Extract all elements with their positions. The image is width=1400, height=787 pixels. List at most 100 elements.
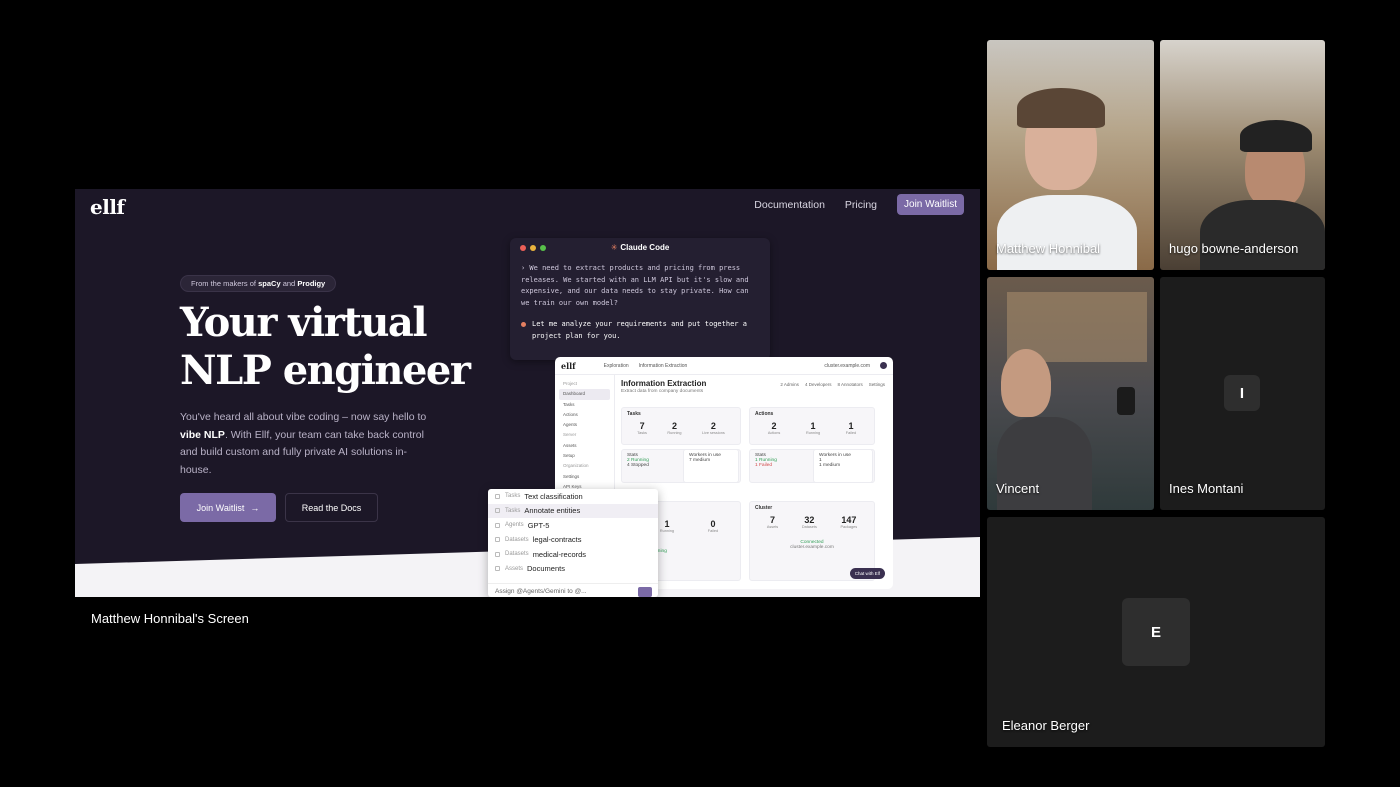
participant-shirt <box>1200 200 1325 270</box>
nav-join-waitlist-button[interactable]: Join Waitlist <box>897 194 964 215</box>
side-actions: Actions <box>563 411 578 417</box>
pill-prodigy: Prodigy <box>297 279 326 288</box>
hero-sub-b: vibe NLP <box>180 428 225 441</box>
stat: 2 Running <box>667 421 682 435</box>
arrow-right-icon: → <box>250 502 260 513</box>
app-main: Information Extraction Extract data from… <box>621 379 887 589</box>
participant-shirt <box>997 417 1092 510</box>
side-setup: Setup <box>563 453 575 459</box>
participant-tile-ines[interactable]: I Ines Montani <box>1160 277 1325 510</box>
pill-spacy: spaCy <box>258 279 281 288</box>
mention-dropdown: Tasks Text classification Tasks Annotate e… <box>488 489 658 597</box>
meta-developers: 4 Developers <box>804 382 832 387</box>
participant-tile-eleanor[interactable]: E Eleanor Berger <box>987 517 1325 747</box>
answer-dot-icon <box>521 322 526 327</box>
app-logo: ellf <box>561 360 576 371</box>
side-tasks: Tasks <box>563 401 575 407</box>
hero-title-line1: Your virtual <box>180 299 428 346</box>
row-medium: 7 medium <box>689 458 711 463</box>
participant-tile-vincent[interactable]: Vincent <box>987 277 1154 510</box>
side-agents: Agents <box>563 422 578 428</box>
site-logo[interactable]: ellf <box>90 195 125 219</box>
hero-sub-a: You've heard all about vibe coding – now… <box>180 411 427 423</box>
agent-icon <box>495 522 500 528</box>
tasks-card-header: Tasks <box>627 411 641 417</box>
row-one-medium: 1 medium <box>819 463 841 468</box>
participant-shirt <box>997 195 1137 270</box>
makers-pill: From the makers of spaCy and Prodigy <box>180 275 337 292</box>
participant-tile-matthew[interactable]: Matthew Honnibal <box>987 40 1154 270</box>
list-item: Agents GPT-5 <box>488 518 658 533</box>
list-item: Datasets medical-records <box>488 547 658 562</box>
pill-prefix: From the makers of <box>191 279 259 288</box>
actions-card-header: Actions <box>755 411 774 417</box>
terminal-answer-text: Let me analyze your requirements and put… <box>532 320 747 340</box>
chat-with-elf-button: Chat with Elf <box>849 568 885 579</box>
meta-annotators: 8 Annotators <box>837 382 863 387</box>
stat: 147 Packages <box>840 515 858 529</box>
task-icon <box>495 493 500 499</box>
stat: 0 Failed <box>707 519 719 533</box>
stat: 2 Actions <box>767 421 781 435</box>
stat: 7 Assets <box>766 515 779 529</box>
participant-tile-hugo[interactable]: hugo bowne-anderson <box>1160 40 1325 270</box>
participant-name: Eleanor Berger <box>1002 718 1090 733</box>
read-docs-button[interactable]: Read the Docs <box>285 493 378 522</box>
workers-card-b: Workers in use 1 1 medium <box>813 449 873 483</box>
stat: 32 Datasets <box>801 515 817 529</box>
participant-video <box>1001 349 1051 417</box>
side-group-org: Organization <box>563 463 589 469</box>
dataset-icon <box>495 551 500 557</box>
list-item: Tasks Annotate entities <box>488 503 658 518</box>
stat: 7 Tasks <box>637 421 647 435</box>
mention-input: Assign @Agents/Gemini to @... <box>488 583 658 597</box>
side-dashboard: Dashboard <box>559 389 610 400</box>
terminal-answer: Let me analyze your requirements and put… <box>521 318 761 342</box>
claude-code-terminal: ✳ Claude Code › We need to extract produc… <box>510 238 770 360</box>
nav-pricing[interactable]: Pricing <box>845 199 877 211</box>
stat: 1 Failed <box>845 421 857 435</box>
side-settings: Settings <box>563 473 580 479</box>
participant-name: Matthew Honnibal <box>996 241 1101 256</box>
send-icon <box>638 587 652 597</box>
side-group-project: Project <box>563 381 578 386</box>
pill-mid: and <box>280 279 298 288</box>
terminal-title-text: Claude Code <box>620 243 670 252</box>
workers-card: Workers in use 7 medium <box>683 449 739 483</box>
stat: 1 Running <box>805 421 821 435</box>
sparkle-icon: ✳ <box>610 243 618 252</box>
side-assets: Assets <box>563 442 577 448</box>
stat: 2 Live sessions <box>701 421 725 435</box>
stat: 1 Running <box>659 519 675 533</box>
participant-hair <box>1017 88 1105 128</box>
meta-admins: 2 Admins <box>780 382 799 387</box>
participant-headphones <box>1240 120 1312 152</box>
list-item: Tasks Text classification <box>488 489 658 504</box>
site-nav: Documentation Pricing Join Waitlist <box>754 194 964 215</box>
participant-avatar: I <box>1224 375 1260 411</box>
hero-subtitle: You've heard all about vibe coding – now… <box>180 409 430 479</box>
screen-share-label: Matthew Honnibal's Screen <box>91 611 249 626</box>
meta-settings: Settings <box>868 382 885 387</box>
task-icon <box>495 508 500 514</box>
participant-name: hugo bowne-anderson <box>1169 241 1299 256</box>
cluster-url: cluster.example.com <box>790 545 834 550</box>
tasks-card: Tasks 7 Tasks 2 Running 2 Live sessions <box>621 407 741 445</box>
participant-name: Ines Montani <box>1169 481 1244 496</box>
dataset-icon <box>495 537 500 543</box>
cluster-card-header: Cluster <box>755 505 773 511</box>
app-meta: 2 Admins 4 Developers 8 Annotators Setti… <box>780 382 885 387</box>
shared-screen: ellf Documentation Pricing Join Waitlist… <box>75 189 980 597</box>
side-group-server: Server <box>563 432 577 438</box>
join-waitlist-button[interactable]: Join Waitlist → <box>180 493 276 522</box>
microphone-icon <box>1117 387 1135 415</box>
nav-documentation[interactable]: Documentation <box>754 199 825 211</box>
app-url: cluster.example.com <box>824 362 870 369</box>
participant-avatar: E <box>1122 598 1190 666</box>
hero-title-line2: NLP engineer <box>180 347 471 394</box>
app-subtitle: Extract data from company documents <box>621 389 704 394</box>
app-crumb-1: Exploration <box>603 362 629 369</box>
actions-card: Actions 2 Actions 1 Running 1 Failed <box>749 407 875 445</box>
join-waitlist-label: Join Waitlist <box>196 502 245 513</box>
app-avatar-icon <box>880 362 887 369</box>
